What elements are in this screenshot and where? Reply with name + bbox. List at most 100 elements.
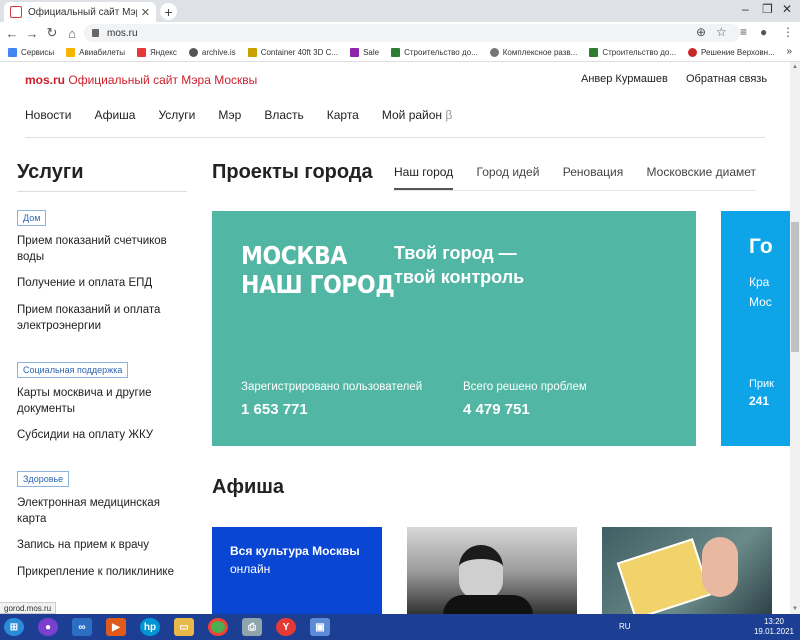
forward-arrow-icon[interactable]: → bbox=[22, 26, 42, 41]
site-favicon-icon bbox=[10, 6, 22, 18]
minimize-icon[interactable]: – bbox=[742, 2, 749, 16]
bookmark-item[interactable]: Авиабилеты bbox=[66, 48, 125, 57]
banner2-stat-value: 241 bbox=[749, 394, 770, 408]
service-link[interactable]: Прием показаний и оплата электроэнергии bbox=[17, 303, 187, 334]
stat-value-problems: 4 479 751 bbox=[463, 401, 530, 418]
tab-close-icon[interactable]: ✕ bbox=[141, 6, 150, 19]
nav-authority[interactable]: Власть bbox=[264, 108, 303, 122]
chrome-icon[interactable] bbox=[208, 618, 228, 636]
windows-taskbar: ⊞ ● ∞ ▶ hp ▭ ⎙ Y ▣ RU 13:20 19.01.2021 bbox=[0, 614, 800, 640]
bookmark-item[interactable]: Container 40ft 3D C... bbox=[247, 48, 338, 57]
service-link[interactable]: Субсидии на оплату ЖКУ bbox=[17, 428, 187, 444]
tab-moscow-diameters[interactable]: Московские диаметры bbox=[647, 165, 756, 179]
nav-services[interactable]: Услуги bbox=[158, 108, 195, 122]
home-icon[interactable]: ⌂ bbox=[62, 26, 82, 41]
plane-icon bbox=[66, 48, 76, 57]
afisha-card-culture-online[interactable]: Вся культура Москвы онлайн bbox=[212, 527, 382, 614]
media-player-icon[interactable]: ▶ bbox=[106, 618, 126, 636]
site-logo[interactable]: mos.ru Официальный сайт Мэра Москвы bbox=[25, 73, 257, 87]
portrait-head bbox=[459, 545, 503, 599]
tag-health[interactable]: Здоровье bbox=[17, 471, 70, 487]
construction-icon bbox=[391, 48, 401, 57]
nav-afisha[interactable]: Афиша bbox=[94, 108, 135, 122]
yandex-browser-icon[interactable]: Y bbox=[276, 618, 296, 636]
our-city-banner[interactable]: МОСКВА НАШ ГОРОД Твой город — твой контр… bbox=[212, 211, 696, 446]
scroll-thumb[interactable] bbox=[791, 222, 799, 352]
bookmark-item[interactable]: Sale bbox=[350, 48, 379, 57]
service-link[interactable]: Получение и оплата ЕПД bbox=[17, 276, 187, 292]
tab-renovation[interactable]: Реновация bbox=[563, 165, 623, 179]
court-icon bbox=[688, 48, 698, 57]
afisha-card-drawing-image[interactable] bbox=[602, 527, 772, 614]
logo-text: Официальный сайт Мэра Москвы bbox=[68, 73, 258, 87]
close-window-icon[interactable]: ✕ bbox=[782, 2, 792, 16]
logo-brand: mos.ru bbox=[25, 73, 66, 87]
system-clock[interactable]: 13:20 19.01.2021 bbox=[754, 617, 794, 637]
window-app-icon[interactable]: ▣ bbox=[310, 618, 330, 636]
service-link[interactable]: Карты москвича и другие документы bbox=[17, 386, 187, 417]
projects-tabs: Наш город Город идей Реновация Московски… bbox=[394, 165, 756, 185]
next-project-banner[interactable]: Го Кра Мос Прик 241 bbox=[721, 211, 790, 446]
page-scrollbar[interactable]: ▲ ▼ bbox=[790, 62, 800, 614]
afisha-heading: Афиша bbox=[212, 476, 285, 498]
bookmark-star-icon[interactable]: ☆ bbox=[716, 25, 727, 39]
nav-map[interactable]: Карта bbox=[327, 108, 359, 122]
maximize-icon[interactable]: ❐ bbox=[762, 2, 773, 16]
bookmark-item[interactable]: archive.is bbox=[188, 48, 236, 57]
scroll-down-icon[interactable]: ▼ bbox=[792, 606, 798, 612]
tab-our-city[interactable]: Наш город bbox=[394, 165, 453, 179]
globe-icon bbox=[188, 48, 198, 57]
reload-icon[interactable]: ↻ bbox=[42, 25, 62, 41]
profile-avatar-icon[interactable]: ● bbox=[760, 25, 767, 39]
nav-mayor[interactable]: Мэр bbox=[218, 108, 241, 122]
stat-value-users: 1 653 771 bbox=[241, 401, 308, 418]
3d-icon bbox=[247, 48, 257, 57]
service-link[interactable]: Запись на прием к врачу bbox=[17, 538, 187, 554]
language-indicator[interactable]: RU bbox=[619, 622, 631, 631]
banner-slogan: Твой город — твой контроль bbox=[394, 243, 525, 287]
new-tab-button[interactable]: + bbox=[160, 3, 177, 20]
hp-icon[interactable]: hp bbox=[140, 618, 160, 636]
scroll-up-icon[interactable]: ▲ bbox=[792, 64, 798, 70]
user-name-link[interactable]: Анвер Курмашев bbox=[581, 73, 668, 85]
portrait-body bbox=[443, 595, 533, 614]
yandex-icon bbox=[136, 48, 146, 57]
folder-icon[interactable]: ▭ bbox=[174, 618, 194, 636]
alice-assistant-icon[interactable]: ● bbox=[38, 618, 58, 636]
bookmark-item[interactable]: Строительство до... bbox=[589, 48, 676, 57]
more-bookmarks-icon[interactable]: » bbox=[786, 46, 792, 57]
service-link[interactable]: Прикрепление к поликлинике bbox=[17, 565, 187, 581]
nav-my-district[interactable]: Мой район β bbox=[382, 108, 452, 122]
browser-tab[interactable]: Официальный сайт Мэра Моск ✕ bbox=[4, 2, 156, 22]
bookmark-item[interactable]: Решение Верховн... bbox=[688, 48, 775, 57]
back-arrow-icon[interactable]: ← bbox=[2, 26, 22, 41]
bookmark-item[interactable]: Строительство до... bbox=[391, 48, 478, 57]
divider bbox=[25, 137, 765, 138]
banner2-stat-label: Прик bbox=[749, 378, 774, 390]
tab-city-of-ideas[interactable]: Город идей bbox=[477, 165, 540, 179]
bookmark-item[interactable]: Комплексное разв... bbox=[489, 48, 577, 57]
banner2-subtitle: Кра Мос bbox=[749, 275, 772, 309]
start-button-icon[interactable]: ⊞ bbox=[4, 618, 24, 636]
browser-toolbar: ← → ↻ ⌂ mos.ru ⊕ ☆ ≡ ● ⋮ bbox=[0, 22, 800, 44]
tag-social-support[interactable]: Социальная поддержка bbox=[17, 362, 129, 378]
service-link[interactable]: Прием показаний счетчиков воды bbox=[17, 234, 187, 265]
banner-logo-text: МОСКВА НАШ ГОРОД bbox=[241, 241, 395, 299]
service-link[interactable]: Электронная медицинская карта bbox=[17, 496, 187, 527]
browser-tab-strip: Официальный сайт Мэра Моск ✕ + – ❐ ✕ bbox=[0, 0, 800, 22]
afisha-card-portrait-image[interactable] bbox=[407, 527, 577, 614]
feedback-link[interactable]: Обратная связь bbox=[686, 73, 767, 85]
address-bar[interactable]: mos.ru bbox=[84, 24, 740, 42]
reading-list-icon[interactable]: ≡ bbox=[740, 25, 747, 39]
bookmark-item[interactable]: Яндекс bbox=[136, 48, 177, 57]
projects-heading: Проекты города bbox=[212, 161, 373, 183]
printer-icon[interactable]: ⎙ bbox=[242, 618, 262, 636]
nav-news[interactable]: Новости bbox=[25, 108, 71, 122]
menu-dots-icon[interactable]: ⋮ bbox=[782, 25, 794, 39]
bookmarks-bar: Сервисы Авиабилеты Яндекс archive.is Con… bbox=[0, 44, 800, 62]
apps-grid-icon bbox=[8, 48, 17, 57]
infinity-app-icon[interactable]: ∞ bbox=[72, 618, 92, 636]
tag-home[interactable]: Дом bbox=[17, 210, 47, 226]
bookmark-item[interactable]: Сервисы bbox=[8, 48, 54, 57]
zoom-icon[interactable]: ⊕ bbox=[696, 25, 706, 39]
